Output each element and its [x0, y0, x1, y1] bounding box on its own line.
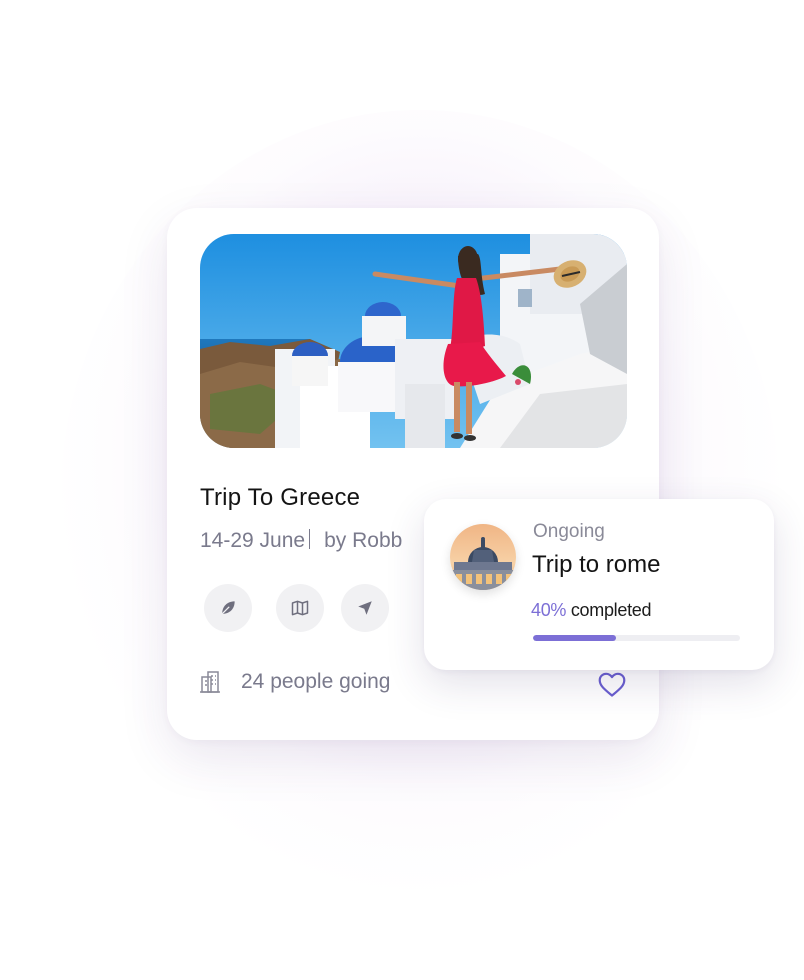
- building-icon: [200, 671, 220, 693]
- rome-avatar: [450, 524, 516, 590]
- leaf-icon: [220, 601, 235, 616]
- ongoing-trip-card[interactable]: Ongoing Trip to rome 40% completed: [424, 499, 774, 670]
- trip-author: by Robb: [324, 529, 403, 552]
- heart-icon[interactable]: [597, 671, 627, 698]
- trip-status: Ongoing: [533, 521, 605, 542]
- progress-label: 40% completed: [531, 600, 652, 621]
- trip-meta: 14-29 June by Robb: [200, 529, 440, 553]
- ongoing-trip-title: Trip to rome: [532, 551, 661, 578]
- send-icon: [358, 601, 372, 615]
- hero-image: [200, 234, 627, 448]
- meta-divider: [309, 529, 311, 549]
- progress-suffix: completed: [566, 600, 652, 620]
- progress-percent: 40%: [531, 600, 567, 620]
- trip-title: Trip To Greece: [200, 484, 361, 511]
- map-icon: [291, 600, 309, 616]
- trip-dates: 14-29 June: [200, 529, 306, 552]
- progress-track: [533, 635, 740, 641]
- send-button[interactable]: [341, 584, 389, 632]
- attendees-count: 24 people going: [241, 670, 391, 693]
- attendees-row: 24 people going: [200, 670, 390, 694]
- leaf-button[interactable]: [204, 584, 252, 632]
- map-button[interactable]: [276, 584, 324, 632]
- progress-fill: [533, 635, 616, 641]
